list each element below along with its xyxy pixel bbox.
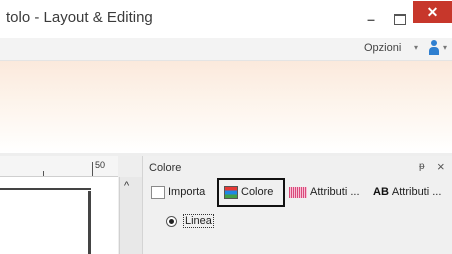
hoop-border-right [88, 191, 91, 254]
window-title: tolo - Layout & Editing [6, 9, 153, 26]
tab-label: Attributi ... [391, 186, 442, 198]
hoop-area[interactable] [0, 190, 88, 254]
tab-colore[interactable]: Colore [224, 183, 273, 201]
radio-linea[interactable] [166, 216, 177, 227]
pin-icon[interactable]: ᵽ [419, 161, 425, 172]
minimize-button[interactable]: – [357, 8, 385, 30]
ruler-label: 50 [95, 160, 106, 170]
panel-title: Colore [149, 162, 182, 174]
close-button[interactable]: ✕ [413, 1, 452, 23]
tab-attributi-stitch[interactable]: Attributi ... [289, 183, 360, 201]
scroll-up-icon[interactable]: ^ [124, 180, 129, 192]
vertical-scrollbar[interactable] [119, 177, 142, 254]
panel-close-icon[interactable]: × [437, 159, 445, 174]
color-palette-icon [224, 185, 238, 199]
stitch-attributes-icon [289, 186, 307, 198]
user-menu-chevron-icon[interactable]: ▾ [443, 43, 447, 52]
color-panel [142, 156, 452, 254]
import-icon [151, 185, 165, 199]
ruler-tick [92, 162, 93, 176]
maximize-button[interactable] [385, 8, 413, 30]
text-attributes-icon: AB [373, 186, 389, 199]
tab-attributi-text[interactable]: AB Attributi ... [373, 183, 441, 201]
ribbon [0, 61, 452, 153]
tab-label: Colore [241, 186, 274, 198]
maximize-icon [394, 14, 406, 25]
tab-label: Importa [168, 186, 206, 198]
chevron-down-icon[interactable]: ▾ [414, 43, 418, 52]
user-icon-head [431, 40, 437, 46]
user-icon-body [429, 47, 439, 55]
ruler-tick [43, 171, 44, 176]
radio-selected-dot [169, 219, 174, 224]
user-icon[interactable] [428, 40, 440, 56]
tab-label: Attributi ... [310, 186, 360, 198]
radio-linea-label[interactable]: Linea [183, 214, 214, 228]
options-menu-button[interactable]: Opzioni [364, 42, 401, 54]
tab-importa[interactable]: Importa [151, 183, 205, 201]
